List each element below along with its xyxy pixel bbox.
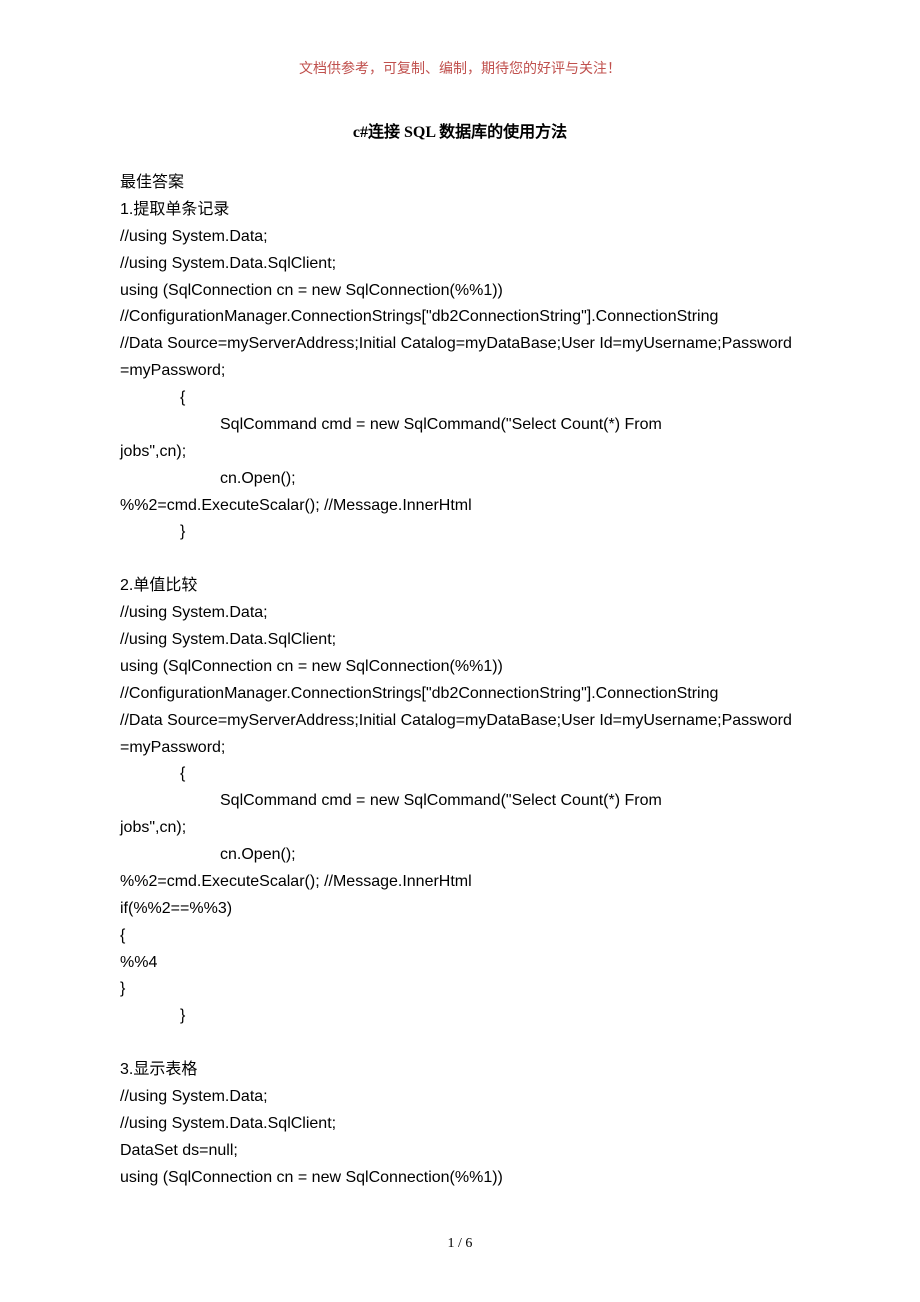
code-line: //using System.Data; xyxy=(120,600,800,627)
code-line: %%2=cmd.ExecuteScalar(); //Message.Inner… xyxy=(120,869,800,896)
code-line: if(%%2==%%3) xyxy=(120,896,800,923)
code-line: 2.单值比较 xyxy=(120,573,800,600)
page-title: c#连接 SQL 数据库的使用方法 xyxy=(120,118,800,142)
code-line: jobs",cn); xyxy=(120,439,800,466)
code-line: 1.提取单条记录 xyxy=(120,197,800,224)
code-line: //using System.Data.SqlClient; xyxy=(120,1111,800,1138)
code-line: cn.Open(); xyxy=(120,466,800,493)
code-line: cn.Open(); xyxy=(120,842,800,869)
code-line: DataSet ds=null; xyxy=(120,1138,800,1165)
code-line: { xyxy=(120,761,800,788)
code-line: //using System.Data; xyxy=(120,224,800,251)
code-line: SqlCommand cmd = new SqlCommand("Select … xyxy=(120,788,800,815)
code-line: } xyxy=(120,976,800,1003)
blank-line xyxy=(120,546,800,573)
code-line: //Data Source=myServerAddress;Initial Ca… xyxy=(120,331,800,385)
code-line: 3.显示表格 xyxy=(120,1057,800,1084)
code-line: { xyxy=(120,385,800,412)
code-line: jobs",cn); xyxy=(120,815,800,842)
code-line: using (SqlConnection cn = new SqlConnect… xyxy=(120,1165,800,1192)
header-note: 文档供参考，可复制、编制，期待您的好评与关注！ xyxy=(120,58,800,78)
code-line: //using System.Data; xyxy=(120,1084,800,1111)
code-line: using (SqlConnection cn = new SqlConnect… xyxy=(120,278,800,305)
code-line: %%4 xyxy=(120,950,800,977)
code-line: 最佳答案 xyxy=(120,170,800,197)
code-line: //Data Source=myServerAddress;Initial Ca… xyxy=(120,708,800,762)
code-line: //using System.Data.SqlClient; xyxy=(120,251,800,278)
code-line: } xyxy=(120,519,800,546)
code-line: //ConfigurationManager.ConnectionStrings… xyxy=(120,681,800,708)
code-line: { xyxy=(120,923,800,950)
page-number: 1 / 6 xyxy=(0,1236,920,1252)
blank-line xyxy=(120,1030,800,1057)
code-line: %%2=cmd.ExecuteScalar(); //Message.Inner… xyxy=(120,493,800,520)
code-line: //ConfigurationManager.ConnectionStrings… xyxy=(120,304,800,331)
code-line: } xyxy=(120,1003,800,1030)
code-line: //using System.Data.SqlClient; xyxy=(120,627,800,654)
code-line: SqlCommand cmd = new SqlCommand("Select … xyxy=(120,412,800,439)
code-line: using (SqlConnection cn = new SqlConnect… xyxy=(120,654,800,681)
document-body: 最佳答案1.提取单条记录//using System.Data;//using … xyxy=(120,170,800,1192)
